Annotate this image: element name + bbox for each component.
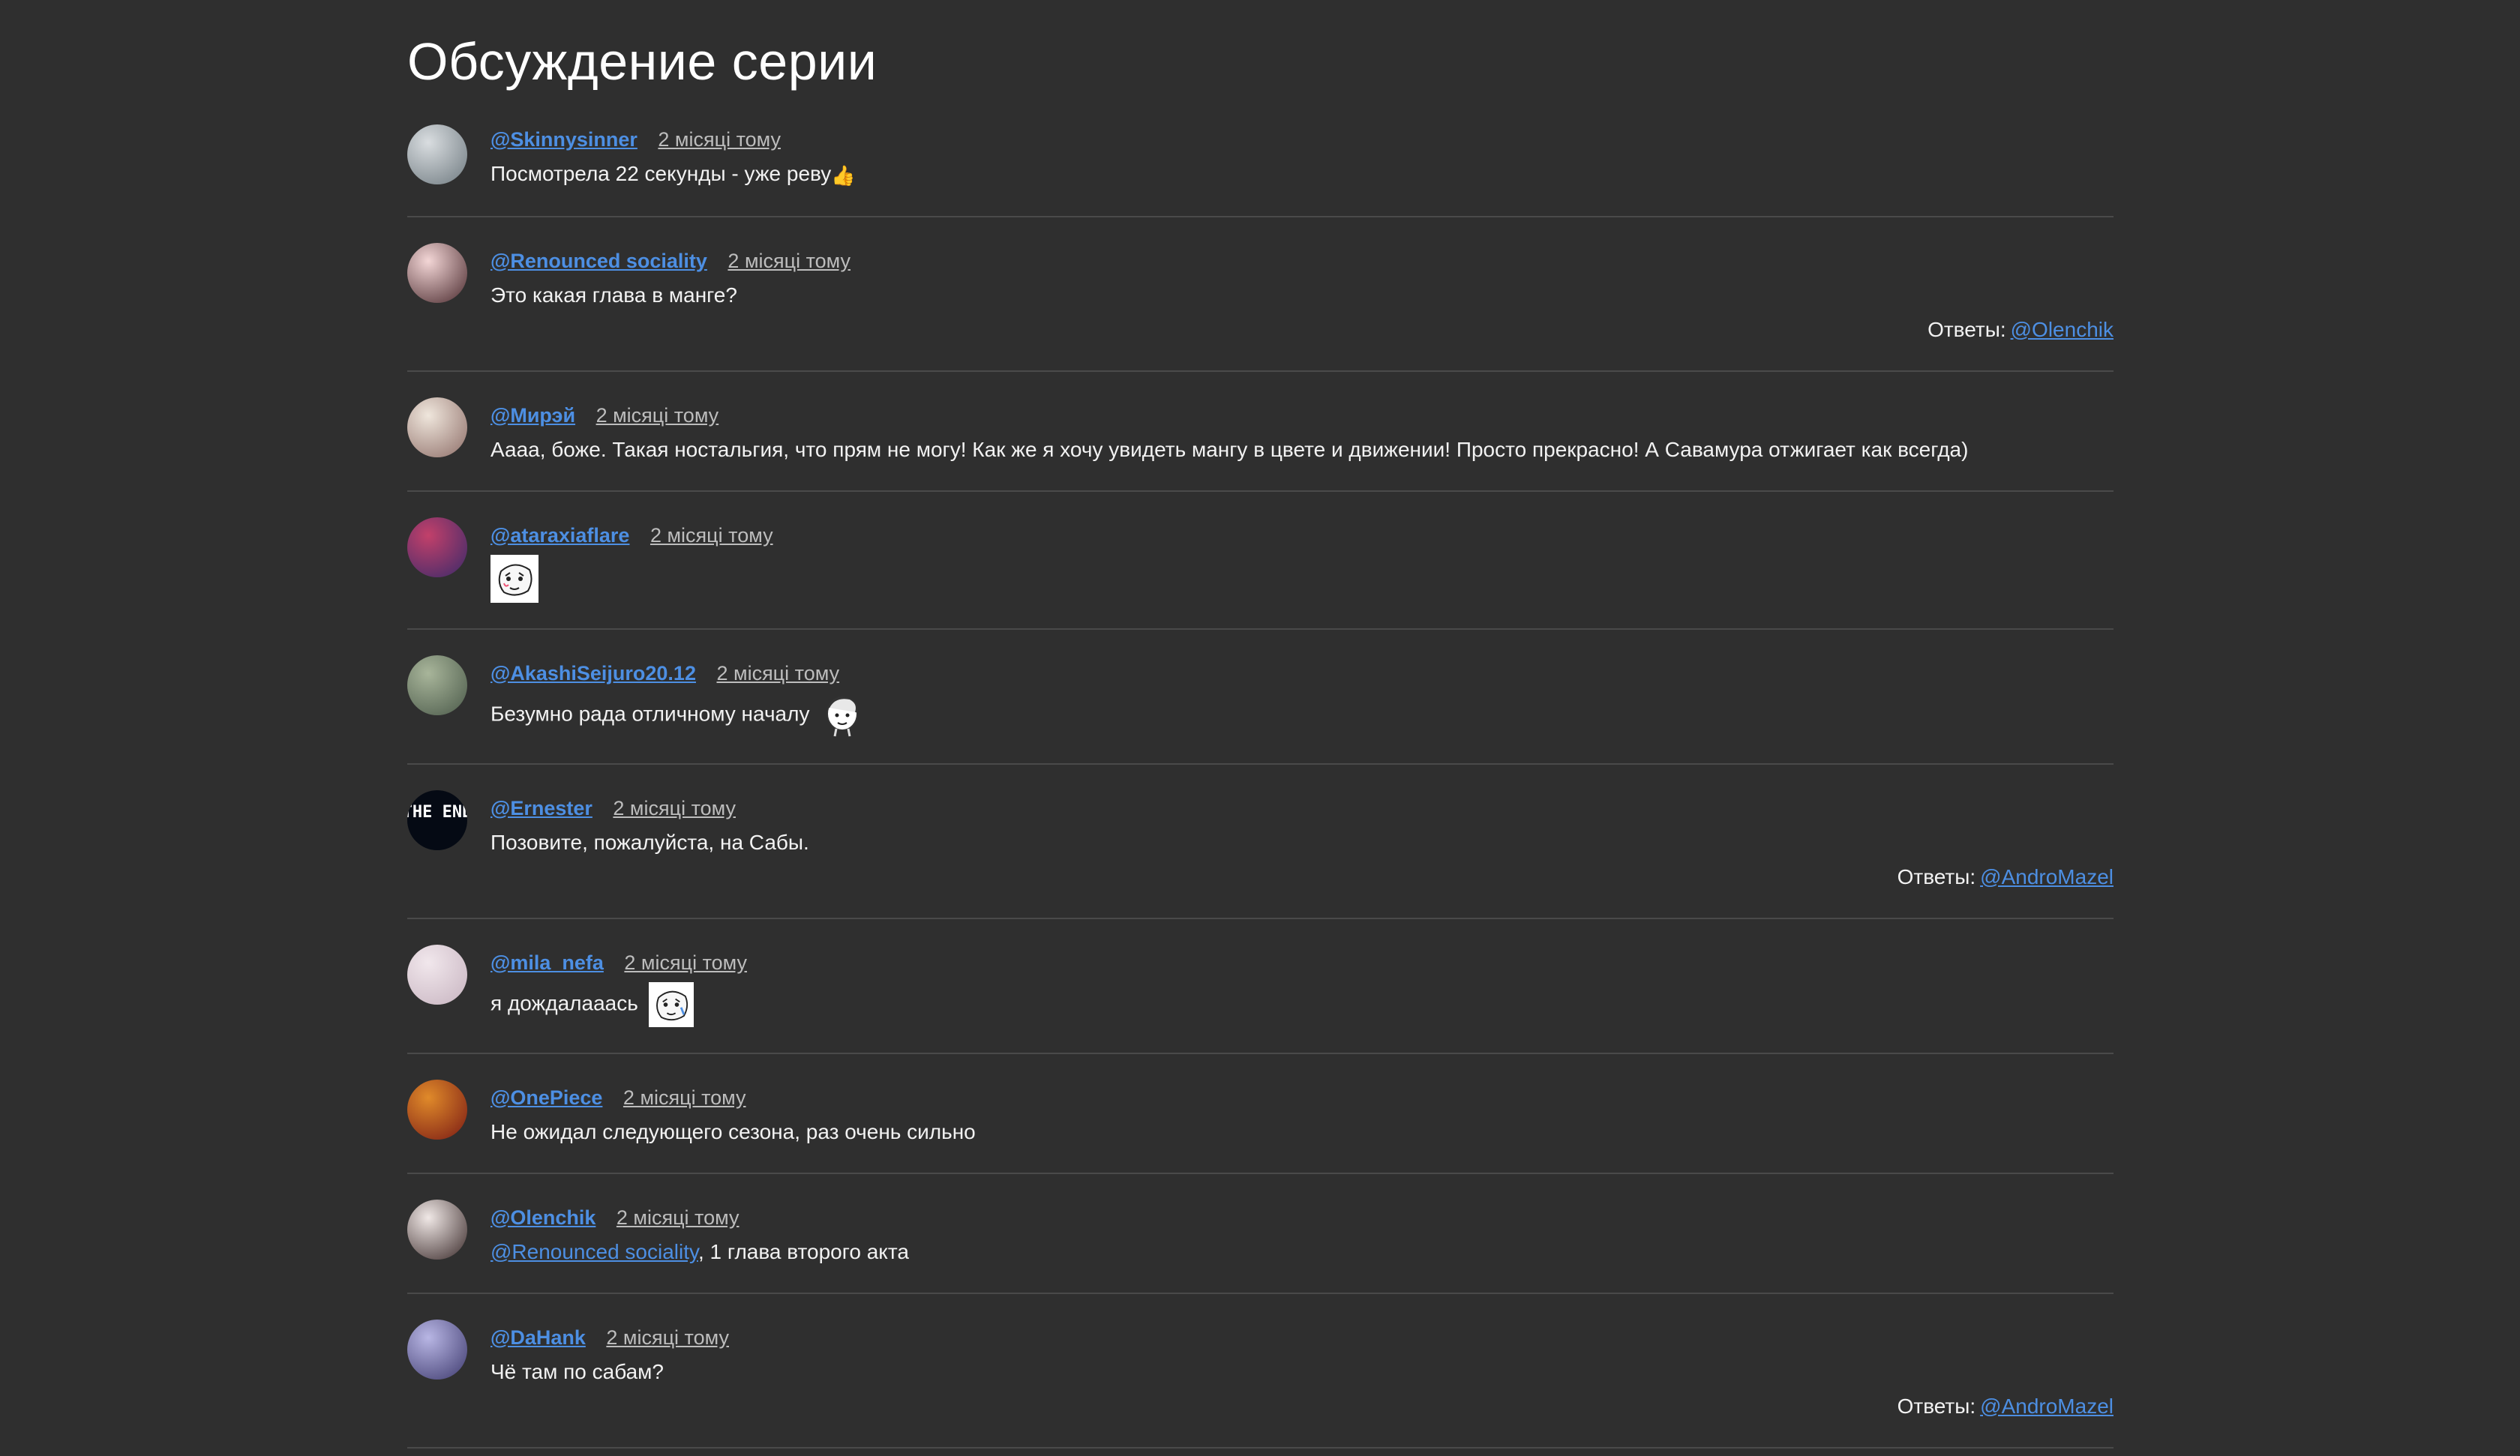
replies-label: Ответы: [1928, 317, 2006, 341]
sticker-image [648, 981, 694, 1027]
comment-text-body: , 1 глава второго акта [698, 1239, 909, 1263]
comment-author-link[interactable]: @Renounced sociality [490, 250, 707, 272]
comment-text: Позовите, пожалуйста, на Сабы. [490, 830, 809, 854]
reply-author-link[interactable]: @AndroMazel [1980, 1395, 2114, 1418]
comment-item: @Renounced sociality 2 місяці тому Это к… [407, 217, 2114, 372]
sticker-image [820, 693, 865, 738]
comment-author-link[interactable]: @Skinnysinner [490, 128, 638, 151]
comment-text-body: Посмотрела 22 секунды - уже реву [490, 162, 832, 185]
comment-text: Посмотрела 22 секунды - уже реву👍 [490, 159, 2114, 190]
comment-time-link[interactable]: 2 місяці тому [623, 1086, 746, 1109]
comments-section: Обсуждение серии @Skinnysinner 2 місяці … [407, 27, 2114, 1449]
the-end-avatar-icon: THE END [407, 789, 467, 850]
replies-row: Ответы: @AndroMazel [490, 1392, 2114, 1422]
comment-item: @AkashiSeijuro20.12 2 місяці тому Безумн… [407, 630, 2114, 765]
comment-time-link[interactable]: 2 місяці тому [624, 951, 747, 974]
comment-author-link[interactable]: @mila_nefa [490, 951, 604, 974]
comment-text: @Renounced sociality, 1 глава второго ак… [490, 1237, 2114, 1267]
replies-row: Ответы: @Olenchik [490, 315, 2114, 345]
comment-time-link[interactable]: 2 місяці тому [650, 524, 773, 547]
comment-author-link[interactable]: @Ernester [490, 797, 592, 819]
sticker-face-icon [490, 554, 538, 603]
sticker-image [490, 554, 538, 603]
reply-author-link[interactable]: @AndroMazel [1980, 865, 2114, 888]
replies-row: Ответы: @AndroMazel [490, 862, 2114, 892]
comment-text: Безумно рада отличному началу [490, 693, 2114, 738]
comment-item: @Skinnysinner 2 місяці тому Посмотрела 2… [407, 124, 2114, 217]
avatar[interactable] [407, 944, 467, 1005]
avatar[interactable] [407, 517, 467, 577]
avatar[interactable] [407, 1319, 467, 1380]
comment-time-link[interactable]: 2 місяці тому [658, 128, 781, 151]
comment-text-body: Безумно рада отличному началу [490, 702, 810, 725]
avatar[interactable] [407, 1079, 467, 1140]
comment-item: @Мирэй 2 місяці тому Аааа, боже. Такая н… [407, 372, 2114, 492]
comment-text: Аааа, боже. Такая ностальгия, что прям н… [490, 437, 1969, 461]
comment-text: я дождалааась [490, 981, 2114, 1027]
avatar-text: THE END [407, 803, 467, 822]
comment-author-link[interactable]: @DaHank [490, 1326, 586, 1349]
comment-item: @OnePiece 2 місяці тому Не ожидал следую… [407, 1054, 2114, 1174]
comment-text [490, 554, 2114, 603]
comment-author-link[interactable]: @AkashiSeijuro20.12 [490, 662, 696, 685]
comment-item: @Olenchik 2 місяці тому @Renounced socia… [407, 1174, 2114, 1294]
avatar[interactable] [407, 397, 467, 457]
comment-time-link[interactable]: 2 місяці тому [606, 1326, 729, 1349]
comment-author-link[interactable]: @Olenchik [490, 1206, 596, 1229]
comment-author-link[interactable]: @ataraxiaflare [490, 524, 629, 547]
avatar[interactable] [407, 124, 467, 184]
comment-item: @ataraxiaflare 2 місяці тому [407, 492, 2114, 630]
mention-link[interactable]: @Renounced sociality [490, 1240, 698, 1263]
sticker-face-icon [648, 981, 694, 1027]
comment-time-link[interactable]: 2 місяці тому [716, 662, 839, 685]
comment-item: @mila_nefa 2 місяці тому я дождалааась [407, 919, 2114, 1054]
comment-time-link[interactable]: 2 місяці тому [616, 1206, 740, 1229]
avatar[interactable]: THE END [407, 789, 467, 850]
avatar[interactable] [407, 1199, 467, 1260]
comment-item: @DaHank 2 місяці тому Чё там по сабам? О… [407, 1294, 2114, 1449]
replies-label: Ответы: [1897, 864, 1976, 888]
comment-text: Не ожидал следующего сезона, раз очень с… [490, 1119, 976, 1143]
comment-author-link[interactable]: @Мирэй [490, 404, 575, 427]
comment-text: Это какая глава в манге? [490, 283, 737, 307]
page-title: Обсуждение серии [407, 32, 878, 91]
comment-time-link[interactable]: 2 місяці тому [728, 250, 850, 272]
comment-time-link[interactable]: 2 місяці тому [613, 797, 736, 819]
avatar[interactable] [407, 655, 467, 715]
comment-text-body: я дождалааась [490, 991, 638, 1014]
sticker-sketch-icon [826, 696, 859, 736]
comment-author-link[interactable]: @OnePiece [490, 1086, 602, 1109]
comment-item: THE END @Ernester 2 місяці тому Позовите… [407, 765, 2114, 919]
reply-author-link[interactable]: @Olenchik [2011, 318, 2114, 341]
thumbs-up-icon: 👍 [831, 163, 856, 187]
comment-time-link[interactable]: 2 місяці тому [596, 404, 719, 427]
comment-text: Чё там по сабам? [490, 1359, 664, 1383]
avatar[interactable] [407, 242, 467, 303]
replies-label: Ответы: [1897, 1394, 1976, 1418]
